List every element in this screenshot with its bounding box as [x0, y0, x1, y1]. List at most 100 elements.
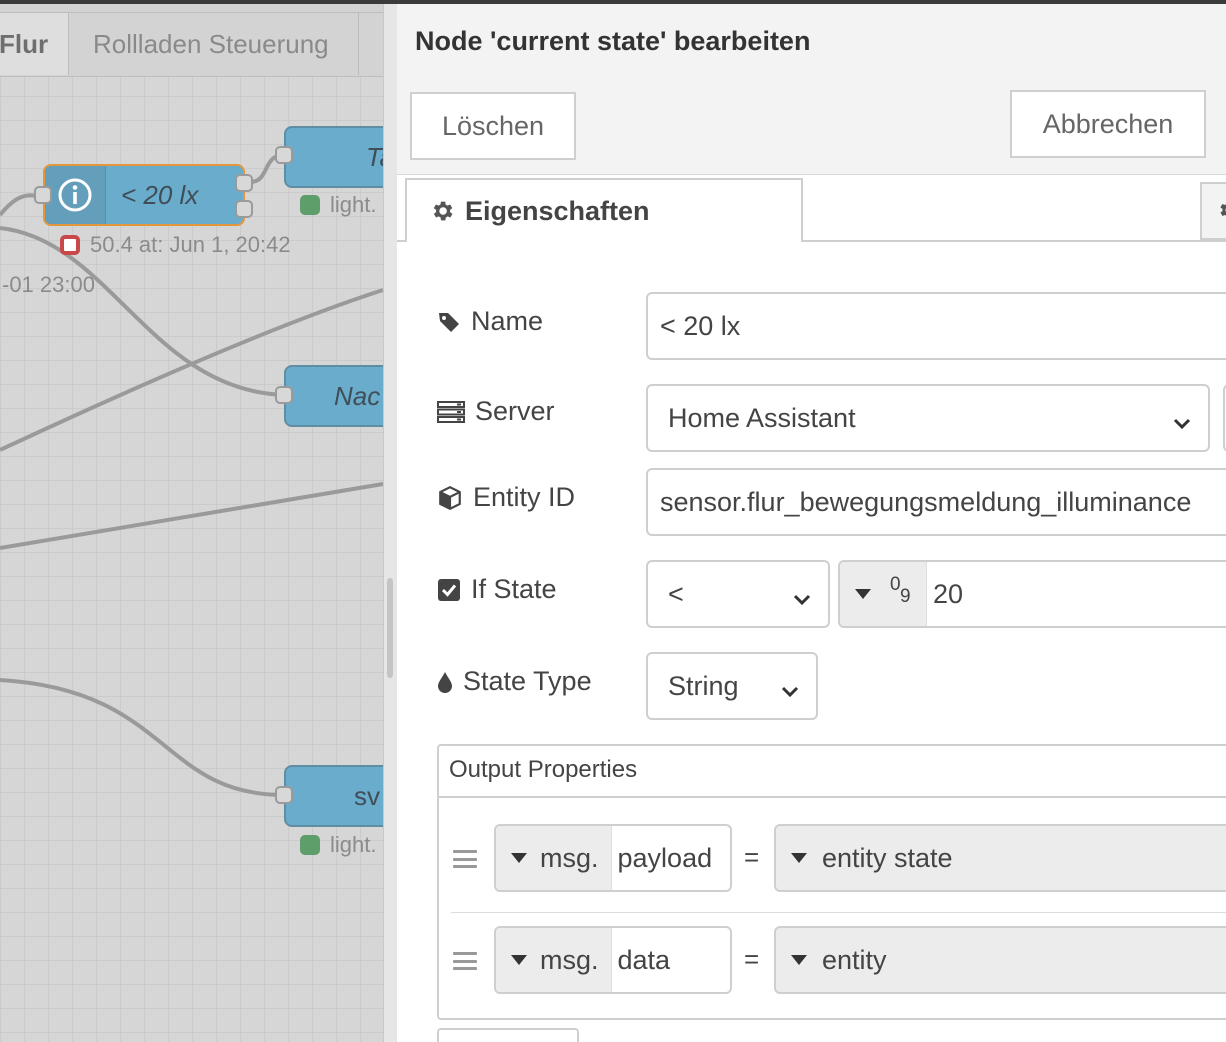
server-icon [437, 400, 465, 424]
add-property-button[interactable] [437, 1028, 579, 1042]
msg-prefix: msg. [540, 842, 599, 873]
entity-label-text: Entity ID [473, 482, 576, 512]
drag-handle-icon[interactable] [453, 850, 477, 868]
if-state-label: If State [437, 574, 557, 605]
splitter-grip[interactable] [387, 578, 393, 678]
node-status-bottom-text: light. [330, 832, 377, 857]
if-state-operator-select[interactable]: < [646, 560, 830, 628]
drag-handle-icon[interactable] [453, 952, 477, 970]
drop-icon [437, 670, 453, 694]
caret-down-icon [510, 852, 528, 864]
tab-rollladen-label: Rollladen Steuerung [93, 29, 329, 59]
caret-down-icon [510, 954, 528, 966]
tab-properties[interactable]: Eigenschaften [405, 178, 803, 242]
output-property-input[interactable]: msg. payload [494, 824, 732, 892]
state-type-label-text: State Type [463, 666, 592, 696]
input-port-top[interactable] [275, 146, 293, 164]
delete-button[interactable]: Löschen [410, 92, 576, 160]
caret-down-icon [790, 954, 808, 966]
panel-splitter[interactable] [383, 0, 398, 1042]
server-value: Home Assistant [668, 402, 856, 433]
info-icon [45, 166, 106, 224]
output-port-2[interactable] [235, 200, 253, 218]
gear-icon [1216, 198, 1226, 222]
tab-flur-label: Flur [0, 29, 49, 59]
equals-sign: = [744, 842, 760, 872]
tab-properties-label: Eigenschaften [465, 195, 650, 226]
cube-icon [437, 485, 463, 511]
node-label-bottom: sv [354, 781, 380, 811]
msg-type-selector[interactable]: msg. [496, 826, 612, 890]
name-label-text: Name [471, 306, 544, 336]
server-label: Server [437, 396, 555, 427]
caret-down-icon [790, 852, 808, 864]
entity-id-input[interactable]: sensor.flur_bewegungsmeldung_illuminance [646, 468, 1226, 536]
type-marker-bottom: 9 [900, 586, 911, 607]
server-label-text: Server [475, 396, 555, 426]
output-value-selector[interactable]: entity state [774, 824, 1226, 892]
if-state-label-text: If State [471, 574, 557, 604]
tab-flur[interactable]: Flur [0, 12, 76, 75]
checkbox-icon[interactable] [437, 578, 461, 602]
if-state-value-input[interactable]: 0 9 20 [838, 560, 1226, 628]
row-divider [451, 912, 1226, 913]
selected-current-state-node[interactable]: < 20 lx [43, 164, 245, 226]
status-green-dot [300, 195, 320, 215]
output-value: entity [822, 944, 887, 975]
name-input[interactable]: < 20 lx [646, 292, 1226, 360]
state-type-label: State Type [437, 666, 592, 697]
node-status-text: 50.4 at: Jun 1, 20:42 [90, 232, 291, 257]
output-property-input[interactable]: msg. data [494, 926, 732, 994]
node-status: 50.4 at: Jun 1, 20:42 [60, 232, 291, 258]
tag-icon [437, 310, 461, 334]
number-type-icon: 0 9 [888, 574, 914, 614]
output-properties-title: Output Properties [449, 756, 638, 783]
flow-canvas[interactable]: Flur Rollladen Steuerung < 20 lx 50.4 at… [0, 0, 383, 1042]
top-bar [0, 0, 1226, 4]
call-service-node-top[interactable]: Ta [284, 126, 383, 188]
state-type-value: String [668, 670, 739, 701]
server-select[interactable]: Home Assistant [646, 384, 1210, 452]
type-marker-top: 0 [890, 574, 901, 595]
node-status-top-text: light. [330, 192, 377, 217]
output-property-name: data [617, 944, 671, 975]
input-port-bottom[interactable] [275, 786, 293, 804]
status-green-dot [300, 835, 320, 855]
type-selector[interactable]: 0 9 [840, 562, 927, 626]
node-label-top: Ta [366, 142, 383, 172]
if-state-value: 20 [933, 578, 964, 609]
tab-settings[interactable] [1200, 182, 1226, 240]
entity-label: Entity ID [437, 482, 575, 513]
name-value: < 20 lx [660, 310, 741, 341]
tab-rollladen-steuerung[interactable]: Rollladen Steuerung [68, 12, 371, 75]
edit-tray: Node 'current state' bearbeiten Löschen … [397, 4, 1226, 1042]
node-label: < 20 lx [121, 180, 199, 210]
node-bottom[interactable]: sv [284, 765, 383, 827]
tab-overflow[interactable] [358, 12, 383, 75]
status-red-dot [60, 235, 80, 255]
output-value: entity state [822, 842, 953, 873]
msg-prefix: msg. [540, 944, 599, 975]
tray-title: Node 'current state' bearbeiten [415, 26, 811, 56]
workspace-tabs: Flur Rollladen Steuerung [0, 4, 383, 77]
tab-line-gap [407, 240, 801, 242]
chevron-down-icon [792, 585, 812, 616]
node-status-top: light. [300, 192, 376, 218]
state-type-select[interactable]: String [646, 652, 818, 720]
equals-sign: = [744, 944, 760, 974]
input-port[interactable] [34, 186, 52, 204]
node-middle[interactable]: Nac [284, 365, 383, 427]
operator-value: < [668, 578, 684, 609]
output-value-selector[interactable]: entity [774, 926, 1226, 994]
cancel-button[interactable]: Abbrechen [1010, 90, 1206, 158]
input-port-middle[interactable] [275, 386, 293, 404]
tray-header: Node 'current state' bearbeiten Löschen … [397, 4, 1226, 175]
timestamp-fragment: -01 23:00 [2, 272, 95, 298]
chevron-down-icon [1172, 409, 1192, 440]
entity-value: sensor.flur_bewegungsmeldung_illuminance [660, 486, 1192, 517]
gear-icon [429, 198, 455, 224]
output-port-1[interactable] [235, 174, 253, 192]
node-label-middle: Nac [334, 381, 381, 411]
node-status-bottom: light. [300, 832, 376, 858]
msg-type-selector[interactable]: msg. [496, 928, 612, 992]
